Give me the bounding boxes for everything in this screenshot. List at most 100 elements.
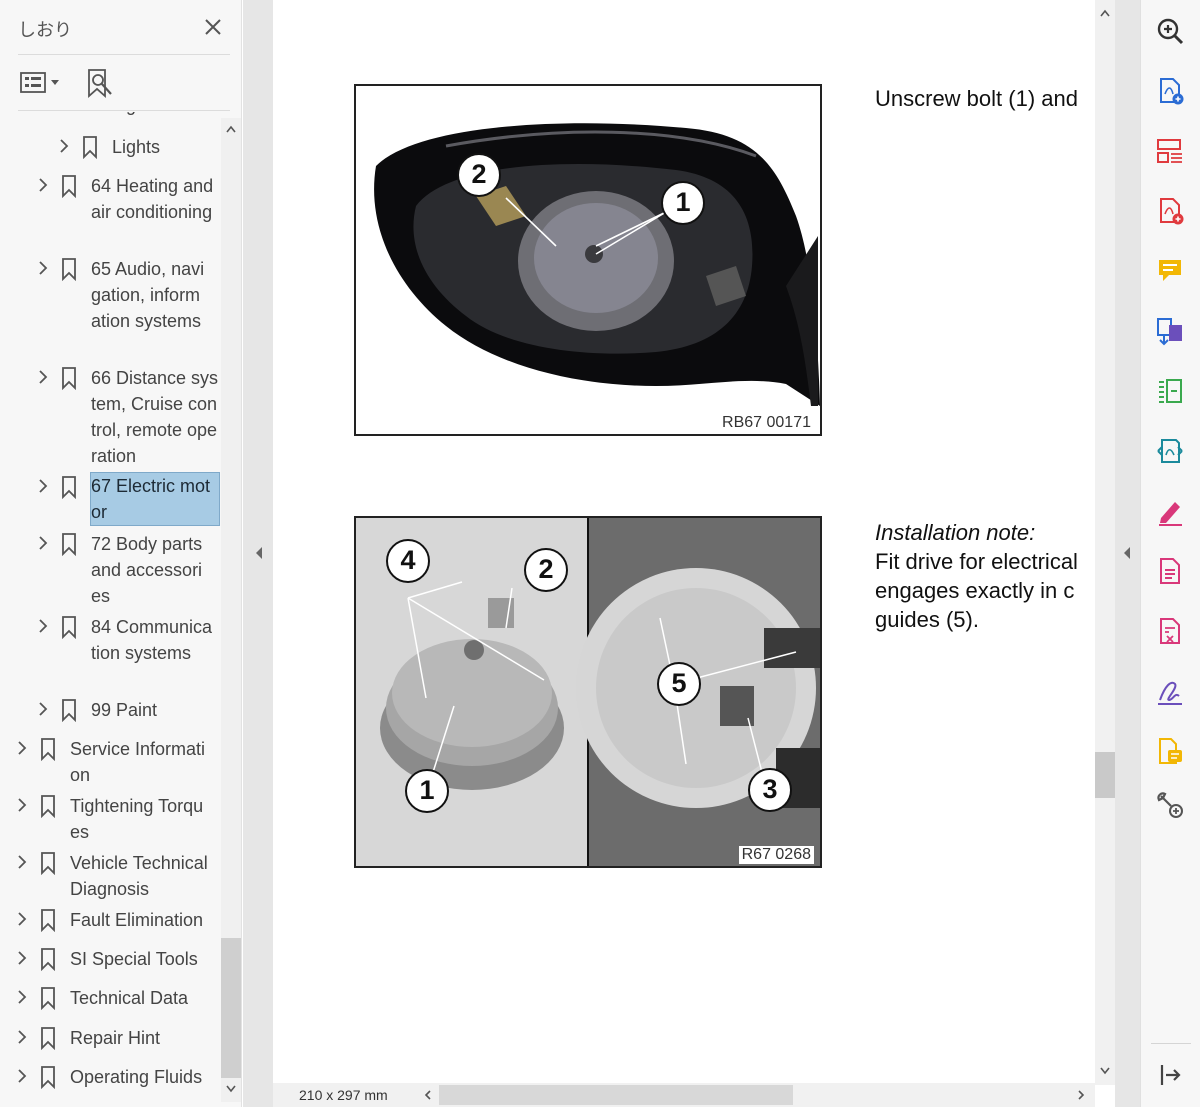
callout-2: 2	[457, 153, 501, 197]
scrollbar-thumb[interactable]	[1095, 752, 1115, 798]
callout-1: 1	[661, 181, 705, 225]
bookmark-icon	[41, 909, 55, 932]
figure-caption: RB67 00171	[719, 414, 814, 432]
bookmark-icon	[62, 699, 76, 722]
bookmark-label: Operating Fluids	[70, 1067, 203, 1087]
installation-note-title: Installation note:	[875, 520, 1036, 545]
installation-note-line: engages exactly in c	[875, 578, 1075, 603]
scroll-down-icon	[226, 1085, 236, 1093]
bookmark-label: Vehicle Technical Diagnosis	[70, 853, 208, 899]
bookmark-item-selected[interactable]: 67 Electric motor	[0, 472, 220, 526]
convert-icon[interactable]	[1153, 434, 1187, 468]
compress-icon[interactable]	[1153, 374, 1187, 408]
callout-3: 3	[748, 768, 792, 812]
bookmark-item[interactable]: 99 Paint	[0, 697, 220, 725]
chevron-right-icon	[39, 261, 48, 275]
bookmark-item[interactable]: 72 Body parts and accessories	[0, 531, 220, 611]
collapse-right-panel-handle[interactable]	[1115, 0, 1140, 1107]
pdf-file-icon[interactable]	[1153, 554, 1187, 588]
scrollbar-thumb[interactable]	[221, 938, 241, 1078]
bookmark-label: 84 Communication systems	[91, 617, 213, 663]
chevron-right-icon	[18, 951, 27, 965]
bookmark-item[interactable]: Lights	[0, 134, 220, 162]
bookmark-icon	[62, 476, 76, 499]
callout-5: 5	[657, 662, 701, 706]
document-vertical-scrollbar[interactable]	[1095, 0, 1115, 1085]
bookmark-item[interactable]: 84 Communication systems	[0, 614, 220, 694]
divider	[1151, 1043, 1191, 1044]
bookmark-label: 64 Heating and air conditioning	[91, 176, 214, 222]
bookmark-label: 99 Paint	[91, 700, 158, 720]
collapse-panel-icon[interactable]	[1153, 1058, 1187, 1092]
chevron-right-icon	[18, 912, 27, 926]
bookmark-label: 65 Audio, navigation, information system…	[91, 259, 205, 331]
bookmark-item[interactable]: Tightening Torques	[0, 793, 220, 847]
bookmark-item[interactable]: Technical Data	[0, 985, 220, 1013]
bookmark-icon	[41, 1066, 55, 1089]
tools-pane	[1140, 0, 1200, 1107]
bookmark-icon	[41, 738, 55, 761]
bookmark-item[interactable]: SI Special Tools	[0, 946, 220, 974]
options-menu-button[interactable]	[18, 66, 64, 100]
bookmark-label: Technical Data	[70, 988, 189, 1008]
bookmark-icon	[41, 948, 55, 971]
bookmark-item[interactable]: Operating Fluids	[0, 1064, 220, 1092]
bookmark-icon	[41, 1027, 55, 1050]
comment-icon[interactable]	[1153, 254, 1187, 288]
add-pdf-icon[interactable]	[1153, 194, 1187, 228]
chevron-right-icon	[39, 702, 48, 716]
close-icon[interactable]	[202, 16, 224, 38]
page-size-label: 210 x 297 mm	[299, 1087, 388, 1103]
installation-note-line: Fit drive for electrical	[875, 549, 1078, 574]
bookmark-label: 67 Electric motor	[90, 472, 220, 526]
export-pdf-icon[interactable]	[1153, 314, 1187, 348]
scrollbar-thumb[interactable]	[439, 1085, 793, 1105]
organize-pages-icon[interactable]	[1153, 134, 1187, 168]
figure-motor-photo: 4 2 1 5 3 R67 0268	[354, 516, 822, 868]
list-item: Lights	[0, 112, 220, 120]
bookmark-label: Service Information	[70, 739, 206, 785]
chevron-right-icon	[18, 798, 27, 812]
document-horizontal-scrollbar[interactable]: 210 x 297 mm	[273, 1083, 1095, 1107]
bookmark-item[interactable]: 66 Distance system, Cruise control, remo…	[0, 365, 220, 471]
bookmark-item[interactable]: Vehicle Technical Diagnosis	[0, 850, 220, 904]
bookmark-label: 72 Body parts and accessories	[91, 534, 203, 606]
divider	[18, 54, 230, 55]
bookmark-icon	[62, 533, 76, 556]
chevron-right-icon	[60, 139, 69, 153]
create-pdf-icon[interactable]	[1153, 74, 1187, 108]
chevron-right-icon	[39, 178, 48, 192]
fill-sign-icon[interactable]	[1153, 494, 1187, 528]
divider	[18, 110, 230, 111]
zoom-icon[interactable]	[1153, 14, 1187, 48]
edit-pdf-icon[interactable]	[1153, 614, 1187, 648]
bookmark-icon	[41, 987, 55, 1010]
share-icon[interactable]	[1153, 734, 1187, 768]
bookmark-label: Lights	[112, 137, 161, 157]
chevron-right-icon	[18, 1069, 27, 1083]
callout-1: 1	[405, 769, 449, 813]
bookmark-label: Fault Elimination	[70, 910, 204, 930]
triangle-left-icon	[1124, 547, 1130, 559]
signature-icon[interactable]	[1153, 674, 1187, 708]
figure-mirror-photo: 2 1 RB67 00171	[354, 84, 822, 436]
scroll-left-icon	[424, 1090, 431, 1100]
bookmark-item[interactable]: Fault Elimination	[0, 907, 220, 935]
bookmark-icon	[41, 795, 55, 818]
bookmark-item[interactable]: Service Information	[0, 736, 220, 790]
chevron-right-icon	[18, 741, 27, 755]
bookmark-scrollbar[interactable]	[221, 118, 241, 1102]
chevron-right-icon	[18, 855, 27, 869]
installation-note-line: guides (5).	[875, 607, 979, 632]
chevron-right-icon	[39, 619, 48, 633]
bookmark-tree: Lights Lights 64 Heating and air conditi…	[0, 112, 220, 1102]
bookmarks-panel: しおり Lights Lig	[0, 0, 242, 1107]
chevron-right-icon	[39, 479, 48, 493]
bookmark-item[interactable]: 65 Audio, navigation, information system…	[0, 256, 220, 362]
collapse-left-panel-handle[interactable]	[243, 0, 273, 1107]
more-tools-icon[interactable]	[1153, 788, 1187, 822]
bookmark-label: Tightening Torques	[70, 796, 204, 842]
find-bookmark-button[interactable]	[84, 66, 120, 100]
bookmark-item[interactable]: 64 Heating and air conditioning	[0, 173, 220, 253]
bookmark-item[interactable]: Repair Hint	[0, 1025, 220, 1053]
